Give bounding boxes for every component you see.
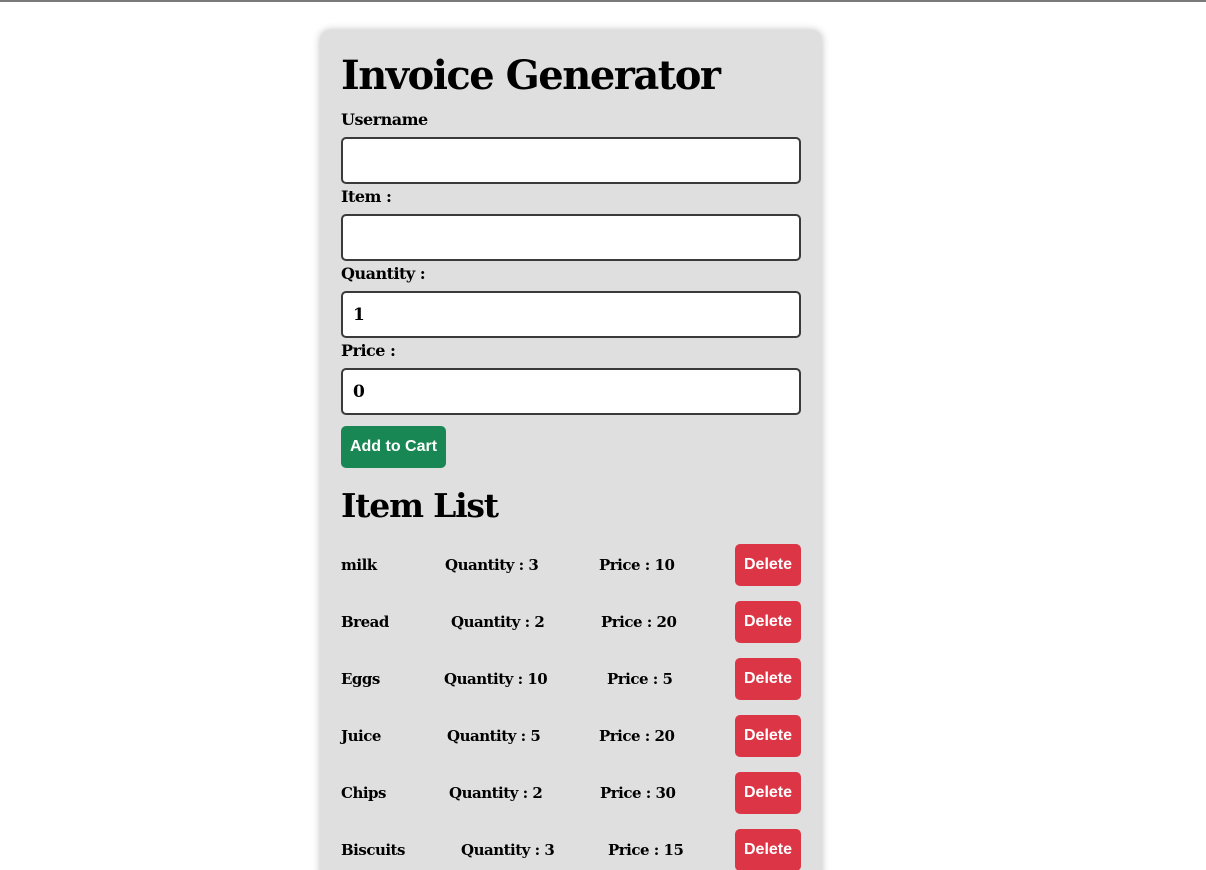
- price-input[interactable]: [341, 368, 801, 415]
- quantity-input[interactable]: [341, 291, 801, 338]
- item-price: Price : 15: [608, 829, 684, 870]
- item-price: Price : 5: [607, 658, 673, 700]
- quantity-value: 2: [532, 784, 543, 802]
- username-label: Username: [341, 110, 428, 129]
- top-divider: [0, 0, 1206, 2]
- quantity-prefix: Quantity :: [449, 784, 533, 802]
- price-prefix: Price :: [600, 784, 656, 802]
- item-quantity: Quantity : 3: [445, 544, 539, 586]
- price-prefix: Price :: [608, 841, 664, 859]
- quantity-value: 5: [530, 727, 541, 745]
- item-price: Price : 20: [599, 715, 675, 757]
- delete-button[interactable]: Delete: [735, 601, 801, 643]
- price-value: 30: [655, 784, 676, 802]
- delete-button[interactable]: Delete: [735, 829, 801, 870]
- item-quantity: Quantity : 2: [451, 601, 545, 643]
- quantity-prefix: Quantity :: [445, 556, 529, 574]
- quantity-value: 3: [528, 556, 539, 574]
- price-value: 10: [654, 556, 675, 574]
- list-item: Juice Quantity : 5 Price : 20 Delete: [341, 715, 801, 757]
- item-name: Chips: [341, 784, 386, 802]
- quantity-label: Quantity :: [341, 264, 426, 283]
- price-value: 20: [654, 727, 675, 745]
- item-name: Eggs: [341, 670, 380, 688]
- item-price: Price : 30: [600, 772, 676, 814]
- invoice-card: Invoice Generator Username Item : Quanti…: [320, 30, 822, 870]
- item-quantity: Quantity : 3: [461, 829, 555, 870]
- item-input[interactable]: [341, 214, 801, 261]
- quantity-prefix: Quantity :: [461, 841, 545, 859]
- item-quantity: Quantity : 10: [444, 658, 548, 700]
- price-prefix: Price :: [607, 670, 663, 688]
- item-label: Item :: [341, 187, 392, 206]
- quantity-value: 10: [527, 670, 548, 688]
- quantity-prefix: Quantity :: [447, 727, 531, 745]
- item-name: Bread: [341, 613, 389, 631]
- item-quantity: Quantity : 2: [449, 772, 543, 814]
- list-item: Chips Quantity : 2 Price : 30 Delete: [341, 772, 801, 814]
- quantity-value: 3: [544, 841, 555, 859]
- quantity-prefix: Quantity :: [451, 613, 535, 631]
- list-item: Bread Quantity : 2 Price : 20 Delete: [341, 601, 801, 643]
- item-quantity: Quantity : 5: [447, 715, 541, 757]
- price-value: 5: [662, 670, 673, 688]
- price-prefix: Price :: [599, 556, 655, 574]
- add-to-cart-button[interactable]: Add to Cart: [341, 426, 446, 468]
- price-value: 20: [656, 613, 677, 631]
- delete-button[interactable]: Delete: [735, 772, 801, 814]
- price-prefix: Price :: [601, 613, 657, 631]
- quantity-prefix: Quantity :: [444, 670, 528, 688]
- list-item: Eggs Quantity : 10 Price : 5 Delete: [341, 658, 801, 700]
- delete-button[interactable]: Delete: [735, 715, 801, 757]
- username-input[interactable]: [341, 137, 801, 184]
- delete-button[interactable]: Delete: [735, 544, 801, 586]
- price-prefix: Price :: [599, 727, 655, 745]
- delete-button[interactable]: Delete: [735, 658, 801, 700]
- item-list-title: Item List: [341, 486, 499, 525]
- price-label: Price :: [341, 341, 396, 360]
- item-name: Juice: [341, 727, 381, 745]
- item-name: milk: [341, 556, 377, 574]
- page-title: Invoice Generator: [341, 52, 721, 99]
- price-value: 15: [663, 841, 684, 859]
- quantity-value: 2: [534, 613, 545, 631]
- item-name: Biscuits: [341, 841, 405, 859]
- list-item: milk Quantity : 3 Price : 10 Delete: [341, 544, 801, 586]
- item-price: Price : 10: [599, 544, 675, 586]
- item-price: Price : 20: [601, 601, 677, 643]
- list-item: Biscuits Quantity : 3 Price : 15 Delete: [341, 829, 801, 870]
